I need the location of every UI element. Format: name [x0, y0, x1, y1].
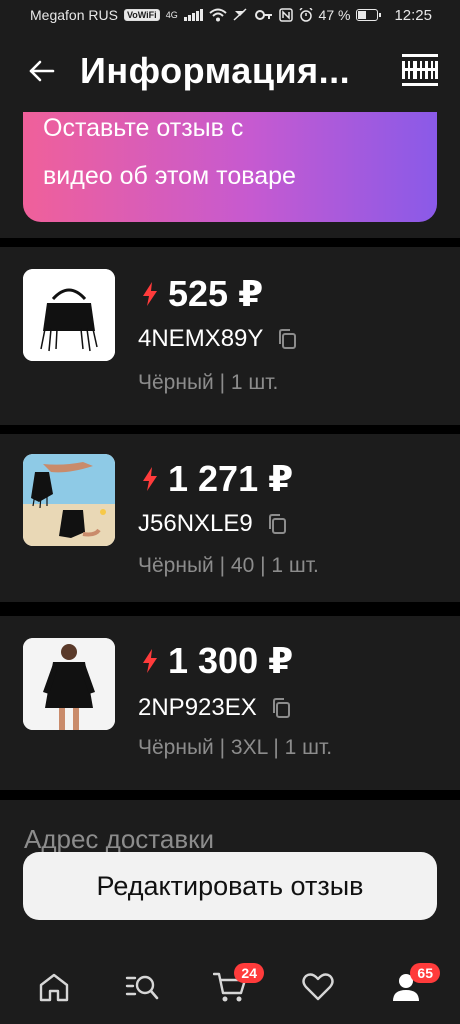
price-row: 1 271 ₽: [142, 458, 293, 500]
product-thumbnail[interactable]: [23, 638, 115, 730]
nav-catalog-search[interactable]: [112, 957, 172, 1017]
item-attributes: Чёрный | 1 шт.: [138, 371, 279, 394]
sku-row: 2NP923EX: [138, 694, 291, 722]
video-review-banner[interactable]: Оставьте отзыв с видео об этом товаре: [23, 112, 437, 222]
battery-icon: [356, 9, 382, 21]
nav-cart[interactable]: 24: [200, 957, 264, 1017]
price-row: 1 300 ₽: [142, 640, 293, 682]
vowifi-badge: VoWiFi: [123, 9, 160, 21]
item-sku: 2NP923EX: [138, 694, 257, 721]
barcode-button[interactable]: [400, 50, 440, 90]
bottom-navigation: 24 65: [0, 950, 460, 1024]
cart-badge: 24: [234, 963, 264, 983]
item-attributes: Чёрный | 3XL | 1 шт.: [138, 736, 333, 759]
item-price: 1 300 ₽: [168, 640, 294, 681]
signal-icon: [183, 9, 203, 21]
lightning-icon: [143, 649, 157, 673]
copy-icon[interactable]: [271, 697, 291, 719]
wifi-icon: [209, 8, 227, 22]
bag-product-image: [23, 269, 115, 361]
item-price: 525 ₽: [168, 273, 264, 314]
edit-review-button[interactable]: Редактировать отзыв: [23, 852, 437, 920]
order-item[interactable]: 1 300 ₽ 2NP923EX Чёрный | 3XL | 1 шт.: [0, 616, 460, 790]
banner-line-2: видео об этом товаре: [43, 162, 296, 190]
status-right: 47 % 12:25: [254, 6, 432, 24]
nav-favorites[interactable]: [288, 957, 348, 1017]
silent-icon: [233, 8, 247, 21]
network-type: 4G: [165, 10, 178, 20]
item-price: 1 271 ₽: [168, 458, 294, 499]
copy-icon[interactable]: [277, 328, 297, 350]
home-icon: [39, 973, 69, 1002]
status-bar: Megafon RUS VoWiFi 4G 47 % 12:25: [0, 0, 460, 30]
copy-icon[interactable]: [267, 513, 287, 535]
page-title: Информация...: [80, 50, 351, 91]
nav-profile[interactable]: 65: [376, 957, 440, 1017]
item-attributes: Чёрный | 40 | 1 шт.: [138, 554, 319, 577]
product-thumbnail[interactable]: [23, 269, 115, 361]
arrow-left-icon: [29, 60, 55, 82]
lightning-icon: [143, 467, 157, 491]
alarm-icon: [299, 8, 313, 22]
product-thumbnail[interactable]: [23, 454, 115, 546]
barcode-icon: [402, 54, 438, 86]
sku-row: 4NEMX89Y: [138, 325, 297, 353]
top-app-bar: Информация...: [0, 30, 460, 112]
key-icon: [254, 10, 272, 20]
sku-row: J56NXLE9: [138, 510, 287, 538]
sandals-product-image: [23, 454, 115, 546]
item-sku: 4NEMX89Y: [138, 325, 264, 352]
nfc-icon: [278, 8, 293, 22]
order-item[interactable]: 525 ₽ 4NEMX89Y Чёрный | 1 шт.: [0, 247, 460, 425]
heart-icon: [302, 973, 334, 1001]
delivery-address-label: Адрес доставки: [24, 824, 215, 854]
banner-line-1: Оставьте отзыв с: [43, 114, 244, 142]
item-sku: J56NXLE9: [138, 510, 253, 537]
lightning-icon: [143, 282, 157, 306]
catalog-search-icon: [125, 975, 159, 1000]
profile-badge: 65: [410, 963, 440, 983]
video-review-banner-section: Оставьте отзыв с видео об этом товаре: [0, 112, 460, 238]
back-button[interactable]: [22, 51, 62, 91]
status-left: Megafon RUS VoWiFi 4G: [30, 7, 247, 23]
carrier-name: Megafon RUS: [30, 7, 118, 23]
battery-percent: 47 %: [318, 7, 351, 23]
order-item[interactable]: 1 271 ₽ J56NXLE9 Чёрный | 40 | 1 шт.: [0, 434, 460, 602]
dress-product-image: [23, 638, 115, 730]
clock: 12:25: [394, 6, 432, 24]
price-row: 525 ₽: [142, 273, 263, 315]
nav-home[interactable]: [24, 957, 84, 1017]
